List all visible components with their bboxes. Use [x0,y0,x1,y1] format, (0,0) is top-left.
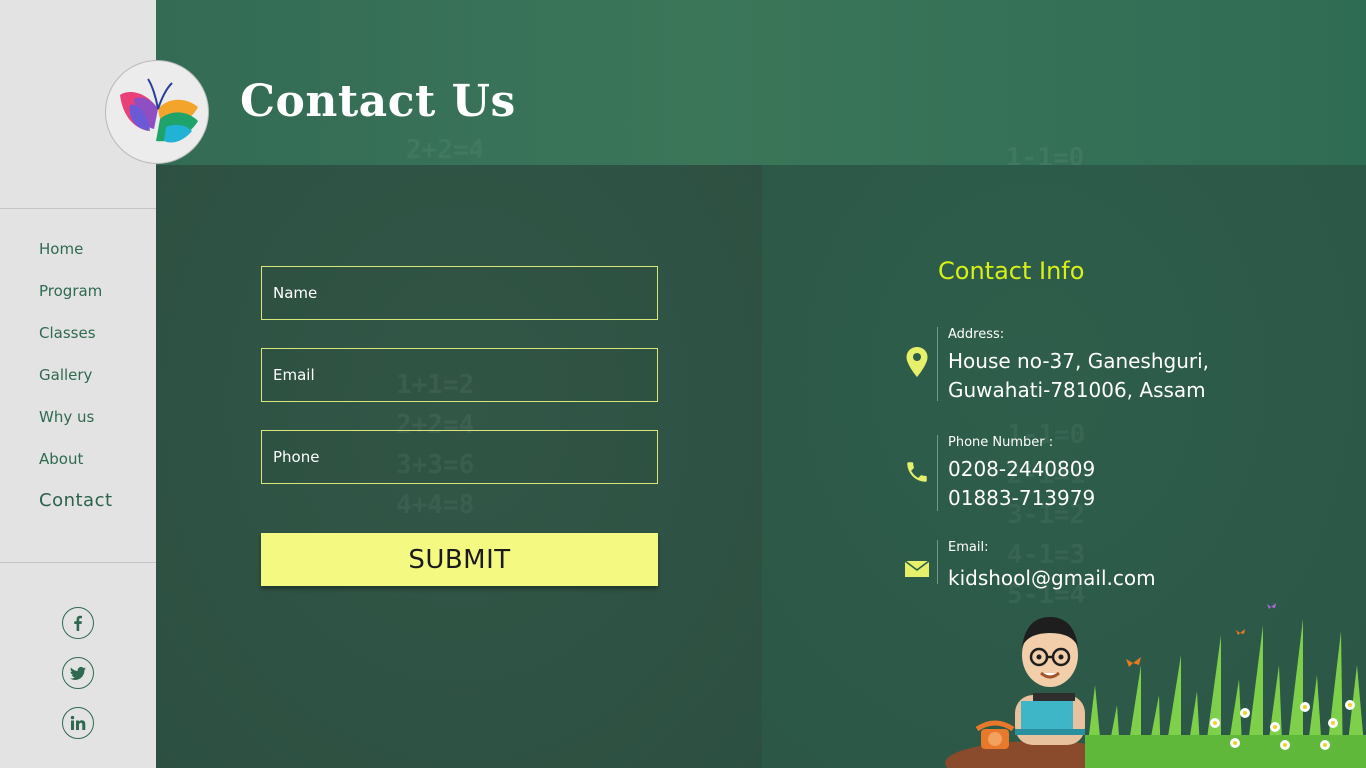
twitter-icon [70,666,86,680]
contact-info-panel: 1-1=0 2-1=1 3-1=2 4-1=3 5-1=4 Contact In… [762,165,1366,768]
social-links [62,607,94,757]
phone-number-1[interactable]: 0208-2440809 [948,455,1095,484]
sidebar-divider [0,562,156,563]
email-label: Email: [948,540,989,555]
butterfly-book-logo-icon [120,78,198,143]
envelope-icon [904,560,930,577]
contact-info-title: Contact Info [938,257,1085,285]
logo[interactable] [105,60,209,164]
page-header: 2+2=4 3+3=6 4+4=8 5+5=10 1-1=0 2-1=1 3-1… [156,0,1366,333]
phone-label: Phone Number : [948,435,1054,450]
nav-item-home[interactable]: Home [39,236,113,278]
phone-input[interactable] [261,430,658,484]
facebook-link[interactable] [62,607,94,639]
nav-item-why-us[interactable]: Why us [39,404,113,446]
phone-number-2[interactable]: 01883-713979 [948,484,1095,513]
page-title: Contact Us [240,76,516,127]
location-pin-icon [906,347,928,377]
nav-item-contact[interactable]: Contact [39,488,113,530]
divider [937,435,938,511]
linkedin-link[interactable] [62,707,94,739]
divider [937,327,938,401]
phone-icon [907,462,927,482]
linkedin-icon [70,715,86,730]
name-input[interactable] [261,266,658,320]
twitter-link[interactable] [62,657,94,689]
nav-item-program[interactable]: Program [39,278,113,320]
kid-with-laptop-illustration [945,603,1366,768]
address-line-2: Guwahati-781006, Assam [948,378,1206,402]
address-line-1: House no-37, Ganeshguri, [948,349,1210,373]
address-label: Address: [948,327,1005,342]
nav-item-about[interactable]: About [39,446,113,488]
main-nav: Home Program Classes Gallery Why us Abou… [39,236,113,530]
facebook-icon [74,615,82,631]
submit-button[interactable]: SUBMIT [261,533,658,586]
contact-form-panel: 1+1=2 2+2=4 3+3=6 4+4=8 5+5=10 SUBMIT [156,165,762,768]
nav-item-classes[interactable]: Classes [39,320,113,362]
email-value[interactable]: kidshool@gmail.com [948,564,1156,593]
nav-item-gallery[interactable]: Gallery [39,362,113,404]
divider [937,540,938,584]
email-input[interactable] [261,348,658,402]
sidebar-divider [0,208,156,209]
